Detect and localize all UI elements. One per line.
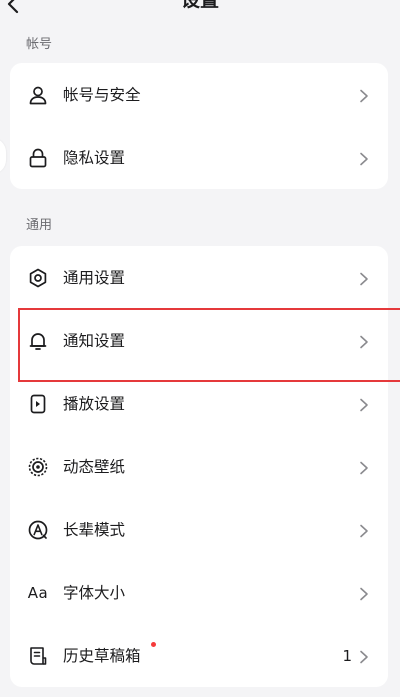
settings-row-elder-mode[interactable]: 长辈模式 [10, 498, 388, 561]
bell-icon [27, 330, 49, 352]
settings-row-drafts[interactable]: 历史草稿箱 1 [10, 624, 388, 687]
row-label: 字体大小 [63, 583, 126, 602]
settings-row-account-security[interactable]: 帐号与安全 [10, 63, 388, 126]
settings-row-playback[interactable]: 播放设置 [10, 372, 388, 435]
lock-icon [27, 147, 49, 169]
font-size-icon: Aa [27, 582, 49, 604]
settings-row-general[interactable]: 通用设置 [10, 246, 388, 309]
chevron-right-icon [358, 460, 370, 474]
row-label: 动态壁纸 [63, 457, 126, 476]
account-card: 帐号与安全 隐私设置 [10, 63, 388, 189]
section-label-account: 帐号 [26, 37, 53, 52]
row-label: 长辈模式 [63, 520, 126, 539]
section-label-general: 通用 [26, 218, 53, 233]
gear-icon [27, 267, 49, 289]
row-label: 通知设置 [63, 331, 126, 350]
user-icon [27, 84, 49, 106]
row-label: 帐号与安全 [63, 85, 141, 104]
chevron-right-icon [358, 649, 370, 663]
settings-row-privacy[interactable]: 隐私设置 [10, 126, 388, 189]
general-card: 通用设置 通知设置 播放设置 动态壁纸 长辈模式 Aa 字体大小 历史草稿箱 1 [10, 246, 388, 687]
play-settings-icon [27, 393, 49, 415]
settings-row-font-size[interactable]: Aa 字体大小 [10, 561, 388, 624]
dynamic-wallpaper-icon [27, 456, 49, 478]
row-label: 通用设置 [63, 268, 126, 287]
elder-mode-icon [27, 519, 49, 541]
drafts-icon [27, 645, 49, 667]
row-label: 历史草稿箱 [63, 646, 141, 665]
chevron-right-icon [358, 397, 370, 411]
settings-row-notifications[interactable]: 通知设置 [10, 309, 388, 372]
chevron-right-icon [358, 88, 370, 102]
row-label: 播放设置 [63, 394, 126, 413]
settings-row-dynamic-wallpaper[interactable]: 动态壁纸 [10, 435, 388, 498]
chevron-right-icon [358, 334, 370, 348]
row-label: 隐私设置 [63, 148, 126, 167]
nav-bar: 设置 [0, 0, 400, 22]
floating-edge-handle[interactable] [0, 138, 6, 174]
drafts-count: 1 [342, 646, 352, 665]
page-title: 设置 [180, 0, 219, 11]
font-size-glyph: Aa [27, 583, 49, 602]
new-badge-dot [151, 642, 156, 647]
chevron-right-icon [358, 586, 370, 600]
chevron-right-icon [358, 523, 370, 537]
chevron-right-icon [358, 271, 370, 285]
chevron-right-icon [358, 151, 370, 165]
